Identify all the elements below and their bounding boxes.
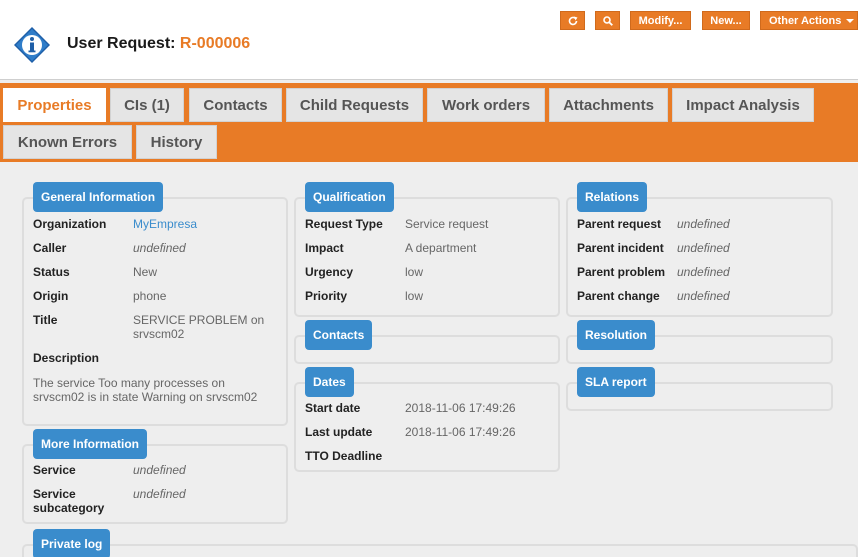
origin-label: Origin: [33, 289, 69, 303]
tab-history[interactable]: History: [136, 125, 217, 159]
title-value-line1: SERVICE PROBLEM on: [133, 313, 265, 327]
contacts-legend: Contacts: [305, 320, 373, 350]
urgency-label: Urgency: [305, 265, 354, 279]
other-actions-button[interactable]: Other Actions: [760, 11, 858, 30]
parent-problem-value: undefined: [677, 265, 730, 279]
status-value: New: [133, 265, 158, 279]
refresh-button[interactable]: [560, 11, 585, 30]
tab-cis[interactable]: CIs (1): [110, 88, 184, 122]
parent-incident-value: undefined: [677, 241, 730, 255]
organization-label: Organization: [33, 217, 107, 231]
tab-work-orders[interactable]: Work orders: [427, 88, 545, 122]
caller-label: Caller: [33, 241, 67, 255]
service-subcategory-label-line1: Service: [33, 487, 76, 501]
urgency-value: low: [405, 265, 424, 279]
tab-child-requests[interactable]: Child Requests: [286, 88, 423, 122]
general-information-legend: General Information: [33, 182, 164, 212]
new-button[interactable]: New...: [702, 11, 750, 30]
parent-request-label: Parent request: [577, 217, 662, 231]
parent-problem-label: Parent problem: [577, 265, 666, 279]
service-subcategory-value: undefined: [133, 487, 186, 501]
description-label: Description: [33, 351, 100, 365]
other-actions-label: Other Actions: [769, 14, 842, 27]
private-log-legend: Private log: [33, 529, 111, 557]
parent-change-label: Parent change: [577, 289, 660, 303]
resolution-legend: Resolution: [577, 320, 655, 350]
description-line2: srvscm02 is in state Warning on srvscm02: [33, 390, 258, 404]
priority-label: Priority: [305, 289, 348, 303]
page-header: User Request: R-000006 Modify... New... …: [0, 0, 858, 80]
last-update-value: 2018-11-06 17:49:26: [405, 425, 516, 439]
request-type-label: Request Type: [305, 217, 383, 231]
search-button[interactable]: [595, 11, 620, 30]
relations-legend: Relations: [577, 182, 648, 212]
more-information-legend: More Information: [33, 429, 147, 459]
caret-down-icon: [846, 18, 855, 23]
tab-attachments[interactable]: Attachments: [549, 88, 668, 122]
description-line1: The service Too many processes on: [33, 376, 225, 390]
service-value: undefined: [133, 463, 186, 477]
start-date-label: Start date: [305, 401, 361, 415]
priority-value: low: [405, 289, 424, 303]
service-label: Service: [33, 463, 76, 477]
impact-value: A department: [405, 241, 477, 255]
last-update-label: Last update: [305, 425, 373, 439]
request-ref: R-000006: [179, 35, 251, 52]
modify-button[interactable]: Modify...: [630, 11, 691, 30]
tab-impact-analysis[interactable]: Impact Analysis: [672, 88, 814, 122]
impact-label: Impact: [305, 241, 344, 255]
organization-link[interactable]: MyEmpresa: [133, 217, 197, 231]
private-log-fieldset: [22, 544, 858, 557]
tab-known-errors[interactable]: Known Errors: [3, 125, 132, 159]
dates-legend: Dates: [305, 367, 354, 397]
start-date-value: 2018-11-06 17:49:26: [405, 401, 516, 415]
parent-request-value: undefined: [677, 217, 730, 231]
search-icon: [602, 15, 613, 26]
refresh-icon: [568, 16, 577, 25]
service-subcategory-label-line2: subcategory: [33, 501, 105, 515]
qualification-legend: Qualification: [305, 182, 394, 212]
page-title: User Request: R-000006: [67, 35, 250, 53]
title-value-line2: srvscm02: [133, 327, 185, 341]
tab-bar: Properties CIs (1) Contacts Child Reques…: [0, 83, 858, 162]
caller-value: undefined: [133, 241, 186, 255]
page-title-prefix: User Request:: [67, 35, 180, 52]
sla-report-legend: SLA report: [577, 367, 655, 397]
request-type-value: Service request: [405, 217, 489, 231]
parent-incident-label: Parent incident: [577, 241, 664, 255]
tab-properties[interactable]: Properties: [3, 88, 106, 122]
parent-change-value: undefined: [677, 289, 730, 303]
tab-contacts[interactable]: Contacts: [189, 88, 282, 122]
status-label: Status: [33, 265, 70, 279]
tto-deadline-label: TTO Deadline: [305, 449, 383, 463]
title-label: Title: [33, 313, 58, 327]
origin-value: phone: [133, 289, 167, 303]
info-logo-icon: [14, 27, 50, 63]
